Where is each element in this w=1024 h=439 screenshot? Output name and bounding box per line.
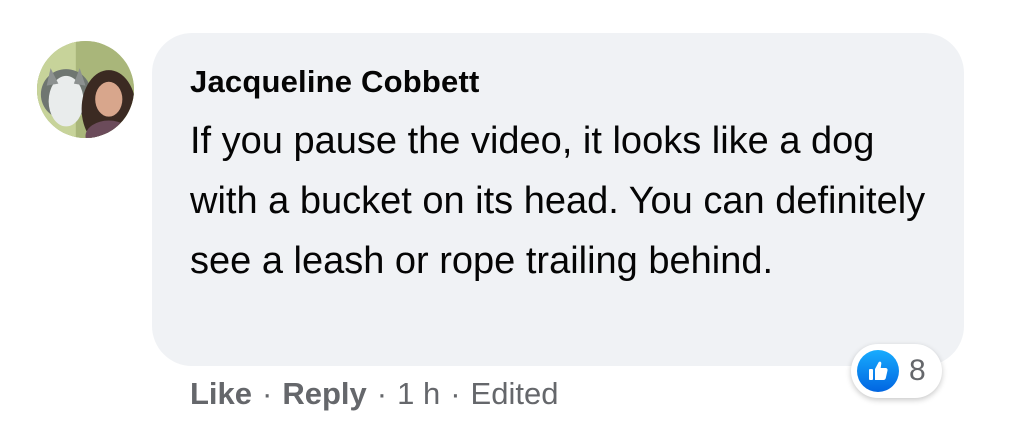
- reaction-count: 8: [909, 354, 926, 387]
- edited-label[interactable]: Edited: [471, 376, 559, 412]
- like-button[interactable]: Like: [190, 376, 252, 412]
- separator-dot: ·: [262, 376, 273, 411]
- separator-dot: ·: [376, 376, 388, 411]
- comment-timestamp[interactable]: 1 h: [397, 376, 440, 412]
- reply-button[interactable]: Reply: [282, 376, 366, 412]
- like-icon: [857, 350, 899, 392]
- profile-photo-icon: [37, 41, 134, 138]
- reaction-summary[interactable]: 8: [851, 344, 942, 398]
- comment-text: If you pause the video, it looks like a …: [190, 120, 926, 282]
- separator-dot: ·: [450, 376, 461, 411]
- avatar[interactable]: [37, 41, 134, 138]
- comment-actions: Like · Reply · 1 h · Edited: [190, 370, 558, 418]
- comment-author-name[interactable]: Jacqueline Cobbett: [190, 63, 928, 101]
- comment-bubble: Jacqueline Cobbett If you pause the vide…: [152, 33, 964, 366]
